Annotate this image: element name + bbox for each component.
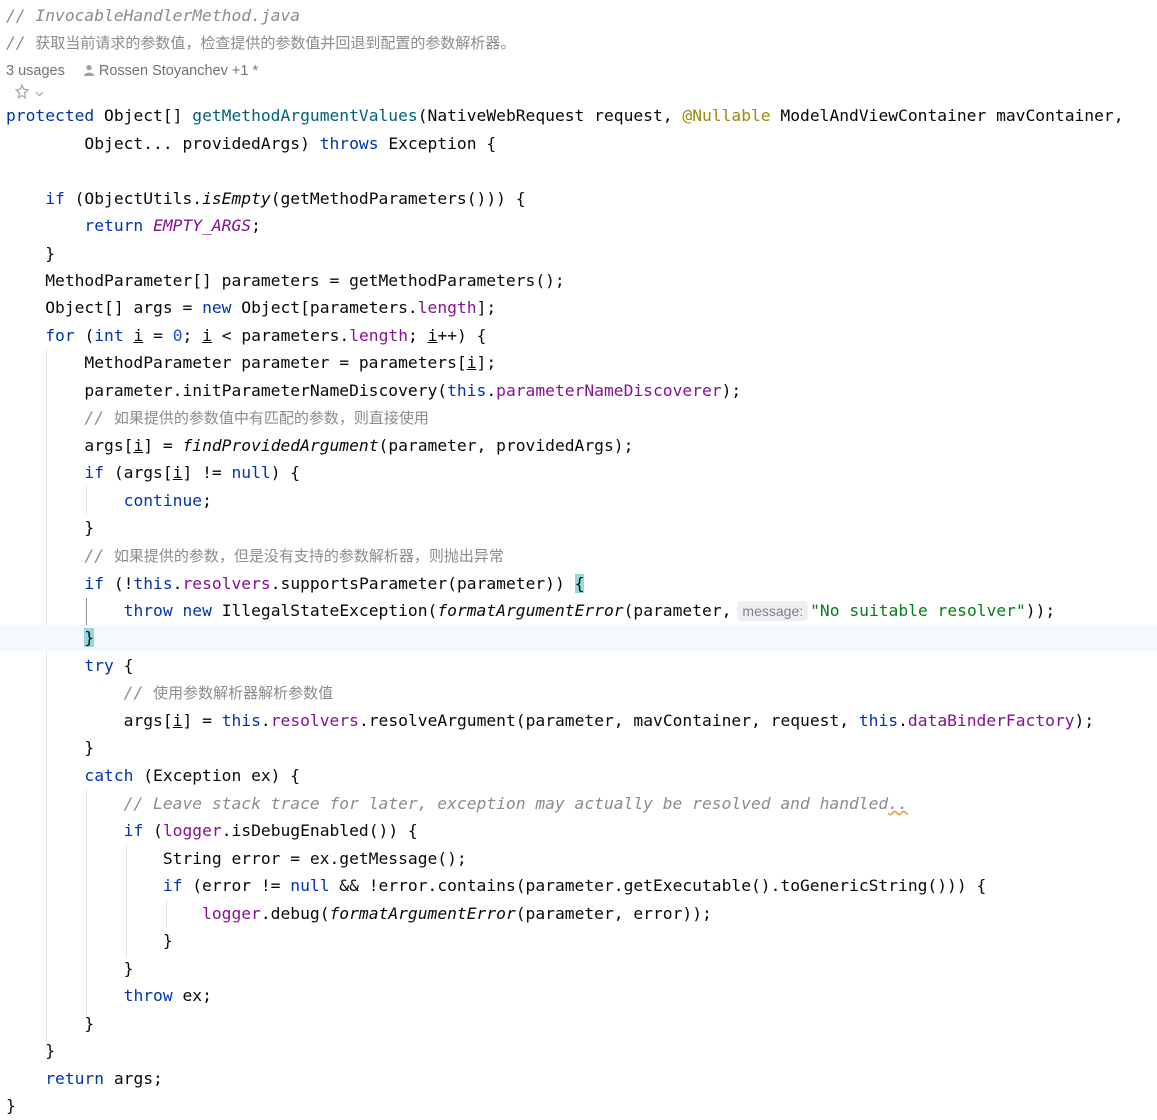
- code-vision-row: 3 usages Rossen Stoyanchev +1 *: [6, 60, 258, 82]
- code-line: if (logger.isDebugEnabled()) {: [123, 821, 418, 840]
- code-line: continue;: [123, 491, 212, 510]
- person-icon: [83, 65, 94, 76]
- chevron-down-icon: [35, 91, 44, 97]
- caret-line: }: [0, 625, 1157, 651]
- code-line: try {: [84, 656, 134, 675]
- ai-assist-icon: [14, 83, 30, 100]
- code-line: Object[] args = new Object[parameters.le…: [45, 298, 497, 317]
- code-line-signature-2: Object... providedArgs) throws Exception…: [84, 134, 497, 153]
- code-line: return EMPTY_ARGS;: [84, 216, 261, 235]
- code-line: return args;: [45, 1069, 163, 1088]
- comment-line: // Leave stack trace for later, exceptio…: [123, 794, 908, 813]
- code-line: args[i] = this.resolvers.resolveArgument…: [123, 711, 1095, 730]
- code-line-signature-1: protected Object[] getMethodArgumentValu…: [6, 106, 1124, 125]
- file-comment: // InvocableHandlerMethod.java: [6, 6, 301, 25]
- code-line: catch (Exception ex) {: [84, 766, 301, 785]
- code-line: if (!this.resolvers.supportsParameter(pa…: [84, 574, 585, 593]
- code-line: args[i] = findProvidedArgument(parameter…: [84, 436, 634, 455]
- method-name: getMethodArgumentValues: [192, 106, 418, 125]
- code-line: throw new IllegalStateException(formatAr…: [123, 601, 1056, 621]
- code-line: logger.debug(formatArgumentError(paramet…: [202, 904, 712, 923]
- code-editor[interactable]: // InvocableHandlerMethod.java // 获取当前请求…: [0, 0, 1157, 1120]
- matched-brace-close: }: [84, 628, 95, 647]
- code-line: }: [6, 1014, 95, 1033]
- comment-line: // 如果提供的参数，但是没有支持的参数解析器，则抛出异常: [84, 546, 504, 565]
- matched-brace-open: {: [574, 574, 585, 593]
- code-line: if (error != null && !error.contains(par…: [162, 876, 987, 895]
- comment-line: // 使用参数解析器解析参数值: [123, 683, 334, 702]
- summary-comment: // 获取当前请求的参数值，检查提供的参数值并回退到配置的参数解析器。: [6, 33, 516, 52]
- code-line: }: [6, 959, 134, 978]
- usages-link[interactable]: 3 usages: [6, 63, 65, 79]
- code-line: if (args[i] != null) {: [84, 463, 301, 482]
- code-line: MethodParameter[] parameters = getMethod…: [6, 271, 565, 290]
- typo-marker: ..: [888, 794, 908, 813]
- code-line: if (ObjectUtils.isEmpty(getMethodParamet…: [45, 189, 526, 208]
- code-line: }: [6, 1041, 56, 1060]
- code-line: }: [6, 518, 95, 537]
- code-line: parameter.initParameterNameDiscovery(thi…: [84, 381, 742, 400]
- parameter-hint: message:: [737, 601, 809, 621]
- author-info[interactable]: Rossen Stoyanchev +1 *: [83, 63, 258, 79]
- code-line: String error = ex.getMessage();: [6, 849, 467, 868]
- author-name: Rossen Stoyanchev +1 *: [98, 63, 259, 79]
- code-line: }: [6, 244, 56, 263]
- code-line: }: [6, 931, 173, 950]
- code-line: }: [6, 738, 95, 757]
- code-line: throw ex;: [123, 986, 212, 1005]
- ai-assist-menu[interactable]: [14, 83, 44, 104]
- comment-line: // 如果提供的参数值中有匹配的参数，则直接使用: [84, 408, 429, 427]
- nullable-annotation: @Nullable: [682, 106, 771, 125]
- code-line: }: [6, 1096, 16, 1115]
- code-line: MethodParameter parameter = parameters[i…: [84, 353, 497, 372]
- code-line: for (int i = 0; i < parameters.length; i…: [45, 326, 487, 345]
